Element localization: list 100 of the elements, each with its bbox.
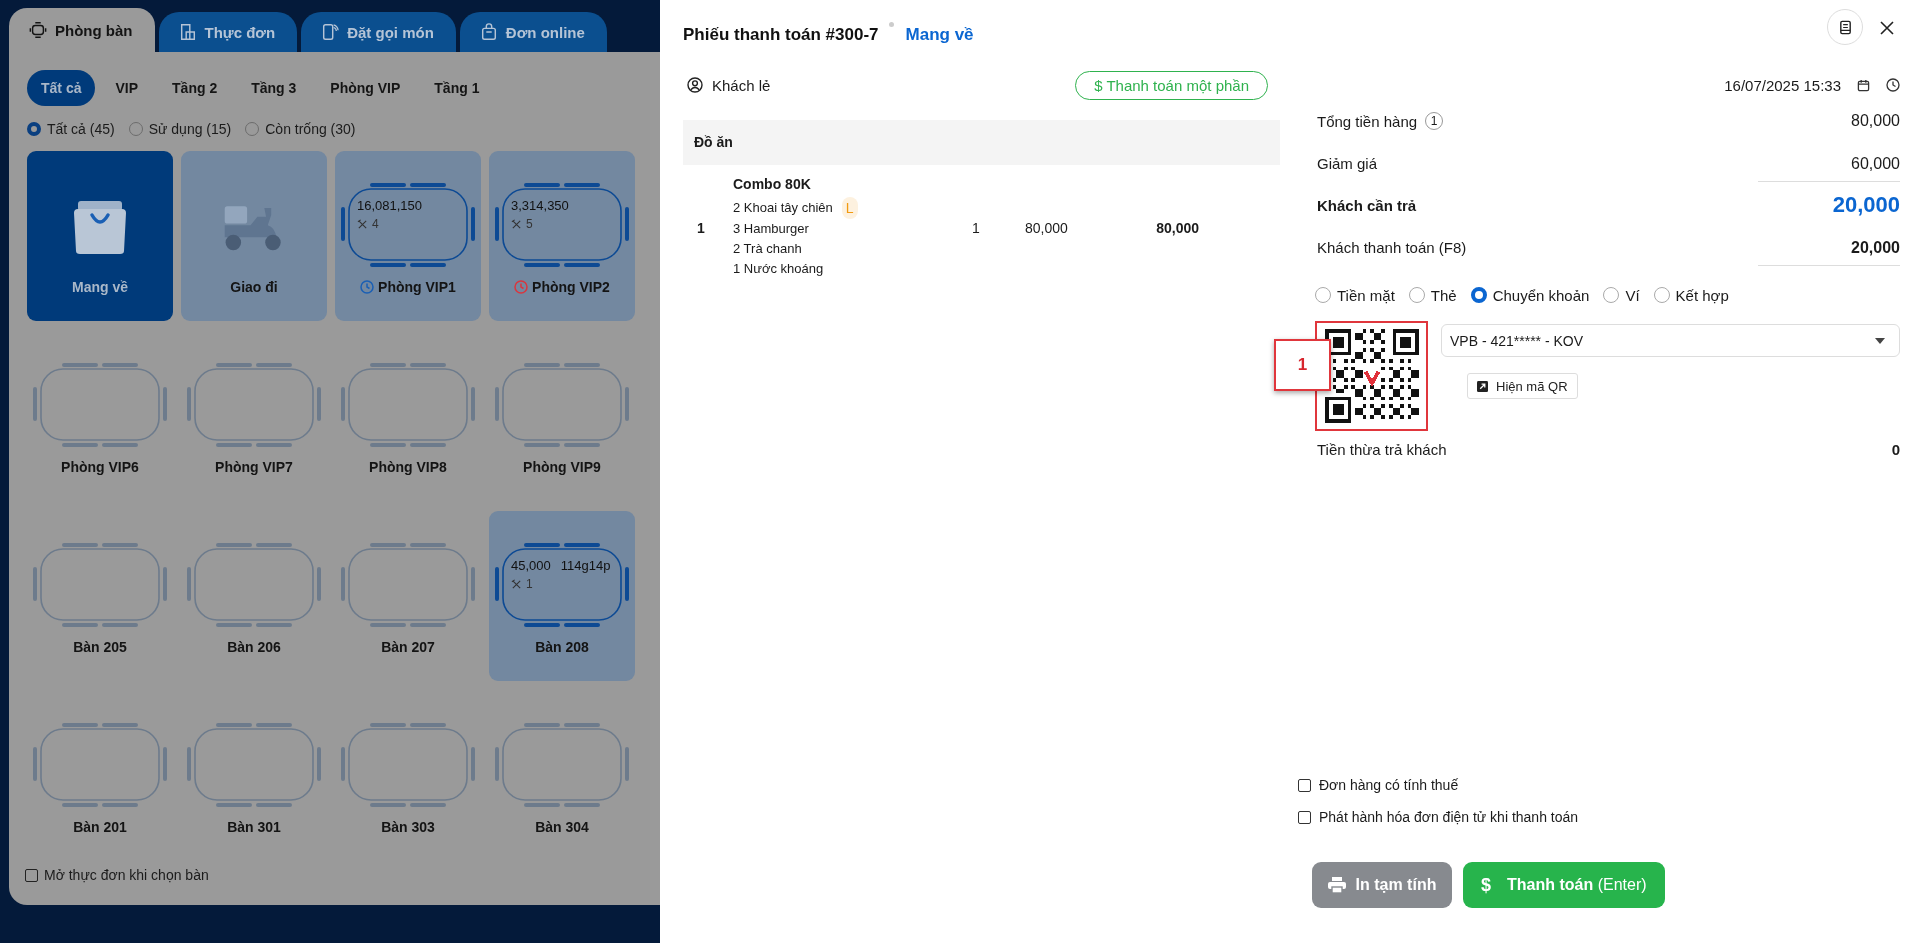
summary-label: Giảm giá bbox=[1317, 154, 1378, 172]
clock-icon[interactable] bbox=[1886, 78, 1900, 92]
guest-count: 5 bbox=[526, 217, 533, 231]
radio-label: Còn trống (30) bbox=[265, 121, 356, 137]
combo-component: 3 Hamburger bbox=[733, 220, 809, 238]
radio-icon[interactable] bbox=[1470, 287, 1487, 303]
table-name: Bàn 208 bbox=[534, 639, 590, 655]
top-tab[interactable]: Đặt gọi món bbox=[301, 12, 456, 52]
status-radio-option[interactable]: Còn trống (30) bbox=[245, 121, 356, 137]
payment-method-option[interactable]: Kết hợp bbox=[1653, 286, 1729, 304]
table-name: Mang về bbox=[71, 279, 129, 295]
show-qr-button[interactable]: Hiện mã QR bbox=[1467, 373, 1578, 399]
radio-label: Chuyển khoản bbox=[1492, 286, 1590, 304]
table-name: Bàn 205 bbox=[72, 639, 128, 655]
summary-label: Khách cần trả bbox=[1317, 196, 1417, 214]
payment-method-option[interactable]: Thẻ bbox=[1408, 286, 1457, 304]
table-card[interactable]: Bàn 207 bbox=[335, 511, 481, 681]
radio-icon[interactable] bbox=[27, 122, 41, 136]
payment-method-option[interactable]: Tiền mặt bbox=[1315, 286, 1395, 304]
table-card[interactable]: Bàn 201 bbox=[27, 691, 173, 861]
cutlery-icon bbox=[357, 218, 368, 230]
table-card[interactable]: Giao đi bbox=[181, 151, 327, 321]
open-menu-checkbox[interactable]: Mở thực đơn khi chọn bàn bbox=[25, 867, 660, 883]
radio-label: Thẻ bbox=[1430, 286, 1457, 304]
table-name: Bàn 207 bbox=[380, 639, 436, 655]
discount-field[interactable]: 60,000 bbox=[1758, 144, 1900, 182]
caret-icon bbox=[1875, 337, 1885, 344]
payment-method-option[interactable]: Chuyển khoản bbox=[1470, 286, 1590, 304]
table-card[interactable]: Bàn 206 bbox=[181, 511, 327, 681]
cutlery-icon bbox=[511, 578, 522, 590]
item-total: 80,000 bbox=[1155, 219, 1199, 236]
guest-count: 4 bbox=[372, 217, 379, 231]
item-name: Combo 80K bbox=[733, 176, 812, 192]
receipt-title: Phiếu thanh toán #300-7 bbox=[683, 25, 879, 45]
table-card[interactable]: Bàn 303 bbox=[335, 691, 481, 861]
area-filter-tab[interactable]: Tất cả bbox=[27, 70, 96, 106]
table-name: Bàn 201 bbox=[72, 819, 128, 835]
amount-due: 20,000 bbox=[1832, 192, 1900, 218]
table-card[interactable]: 16,081,150 4 Phòng VIP1 bbox=[335, 151, 481, 321]
top-tab[interactable]: Đơn online bbox=[459, 12, 607, 52]
table-name: Bàn 206 bbox=[226, 639, 282, 655]
change-value: 0 bbox=[1891, 441, 1900, 458]
area-filter-tab[interactable]: Tầng 3 bbox=[237, 70, 311, 106]
table-amount: 3,314,350 bbox=[511, 198, 569, 213]
table-name: Bàn 301 bbox=[226, 819, 282, 835]
order-type: Mang về bbox=[905, 25, 974, 45]
table-card[interactable]: 45,000 114g14p 1 Bàn 208 bbox=[489, 511, 635, 681]
printer-icon bbox=[1327, 877, 1346, 893]
table-name: Bàn 304 bbox=[534, 819, 590, 835]
table-icon bbox=[29, 21, 47, 39]
table-name: Giao đi bbox=[229, 279, 279, 295]
external-link-icon bbox=[1477, 380, 1488, 392]
item-quantity: 1 bbox=[971, 219, 981, 236]
menu-book-icon bbox=[178, 23, 197, 41]
cutlery-icon bbox=[511, 218, 522, 230]
date-time: 16/07/2025 15:33 bbox=[1724, 76, 1841, 94]
item-price: 80,000 bbox=[1024, 219, 1069, 236]
table-name: Phòng VIP9 bbox=[522, 459, 602, 475]
radio-label: Ví bbox=[1625, 286, 1640, 304]
section-header: Đồ ăn bbox=[683, 120, 1280, 165]
area-filter-tab[interactable]: VIP bbox=[101, 70, 153, 106]
table-card[interactable]: Bàn 304 bbox=[489, 691, 635, 861]
phone-icon bbox=[321, 23, 340, 41]
status-radio-option[interactable]: Sử dụng (15) bbox=[128, 121, 232, 137]
bag-icon bbox=[479, 23, 498, 41]
summary-label: Tổng tiền hàng bbox=[1317, 112, 1418, 130]
table-card[interactable]: Phòng VIP6 bbox=[27, 331, 173, 501]
area-filter-tab[interactable]: Tầng 2 bbox=[158, 70, 232, 106]
close-icon[interactable] bbox=[1880, 21, 1894, 35]
table-card[interactable]: Phòng VIP9 bbox=[489, 331, 635, 501]
table-card[interactable]: 3,314,350 5 Phòng VIP2 bbox=[489, 151, 635, 321]
radio-label: Tiền mặt bbox=[1337, 286, 1395, 304]
payment-method-option[interactable]: Ví bbox=[1603, 286, 1640, 304]
customer-name[interactable]: Khách lẻ bbox=[712, 76, 771, 94]
print-draft-button[interactable]: In tạm tính bbox=[1312, 862, 1452, 908]
option-checkbox[interactable]: Đơn hàng có tính thuế bbox=[1298, 777, 1900, 793]
combo-component: 2 Trà chanh bbox=[733, 240, 802, 258]
table-card[interactable]: Mang về bbox=[27, 151, 173, 321]
receipt-icon bbox=[1837, 19, 1853, 35]
combo-component: 2 Khoai tây chiên bbox=[733, 199, 833, 217]
table-card[interactable]: Phòng VIP8 bbox=[335, 331, 481, 501]
combo-component: 1 Nước khoáng bbox=[733, 260, 824, 278]
item-index: 1 bbox=[696, 219, 706, 236]
option-checkbox[interactable]: Phát hành hóa đơn điện tử khi thanh toán bbox=[1298, 809, 1900, 825]
area-filter-tab[interactable]: Tầng 1 bbox=[420, 70, 494, 106]
table-card[interactable]: Bàn 205 bbox=[27, 511, 173, 681]
area-filter-tab[interactable]: Phòng VIP bbox=[316, 70, 415, 106]
status-radio-option[interactable]: Tất cả (45) bbox=[27, 121, 115, 137]
table-name: Phòng VIP7 bbox=[214, 459, 294, 475]
top-tab[interactable]: Thực đơn bbox=[158, 12, 298, 52]
top-tab[interactable]: Phòng bàn bbox=[9, 8, 155, 52]
step-callout: 1 bbox=[1274, 339, 1331, 391]
calendar-icon[interactable] bbox=[1857, 78, 1870, 92]
paid-amount-field[interactable]: 20,000 bbox=[1758, 228, 1900, 266]
receipt-button[interactable] bbox=[1827, 9, 1863, 45]
separator-dot bbox=[888, 22, 894, 27]
table-card[interactable]: Phòng VIP7 bbox=[181, 331, 327, 501]
bank-account-dropdown[interactable]: VPB - 421***** - KOV bbox=[1441, 324, 1900, 357]
table-card[interactable]: Bàn 301 bbox=[181, 691, 327, 861]
guest-count: 1 bbox=[526, 577, 533, 591]
